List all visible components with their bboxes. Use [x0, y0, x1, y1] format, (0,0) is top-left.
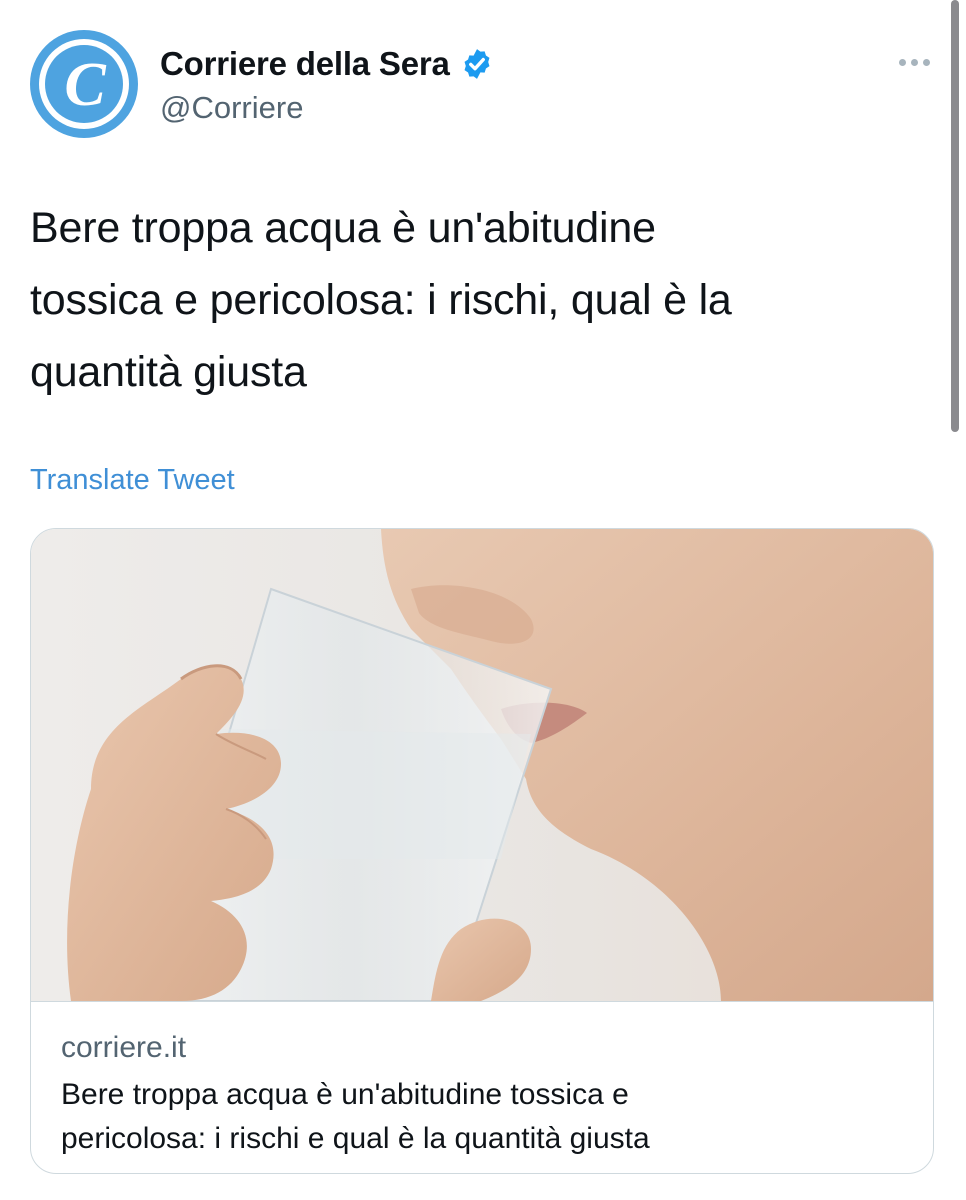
avatar-letter: C — [64, 51, 106, 119]
more-dot-icon — [898, 58, 906, 66]
more-options-button[interactable] — [884, 38, 944, 86]
card-title-line: pericolosa: i rischi e qual è la quantit… — [61, 1122, 650, 1155]
tweet-text-line: Bere troppa acqua è un'abitudine — [30, 204, 656, 252]
card-domain: corriere.it — [61, 1031, 187, 1064]
tweet-text-line: tossica e pericolosa: i rischi, qual è l… — [30, 276, 732, 324]
more-dot-icon — [910, 58, 918, 66]
corriere-logo-icon: C — [30, 30, 138, 138]
woman-drinking-water-photo — [31, 529, 933, 1001]
more-dot-icon — [922, 58, 930, 66]
card-image[interactable] — [31, 529, 933, 1002]
translate-tweet-link[interactable]: Translate Tweet — [30, 464, 235, 497]
card-title: Bere troppa acqua è un'abitudine tossica… — [61, 1073, 911, 1161]
tweet-text: Bere troppa acqua è un'abitudine tossica… — [30, 192, 920, 408]
tweet-text-line: quantità giusta — [30, 348, 307, 396]
author-handle[interactable]: @Corriere — [160, 90, 303, 126]
display-name[interactable]: Corriere della Sera — [160, 45, 450, 83]
author-name-row[interactable]: Corriere della Sera — [160, 42, 494, 86]
card-title-line: Bere troppa acqua è un'abitudine tossica… — [61, 1078, 629, 1111]
avatar[interactable]: C — [30, 30, 138, 138]
scrollbar[interactable] — [951, 0, 959, 432]
verified-badge-icon — [464, 49, 490, 79]
link-preview-card[interactable]: corriere.it Bere troppa acqua è un'abitu… — [30, 528, 934, 1174]
